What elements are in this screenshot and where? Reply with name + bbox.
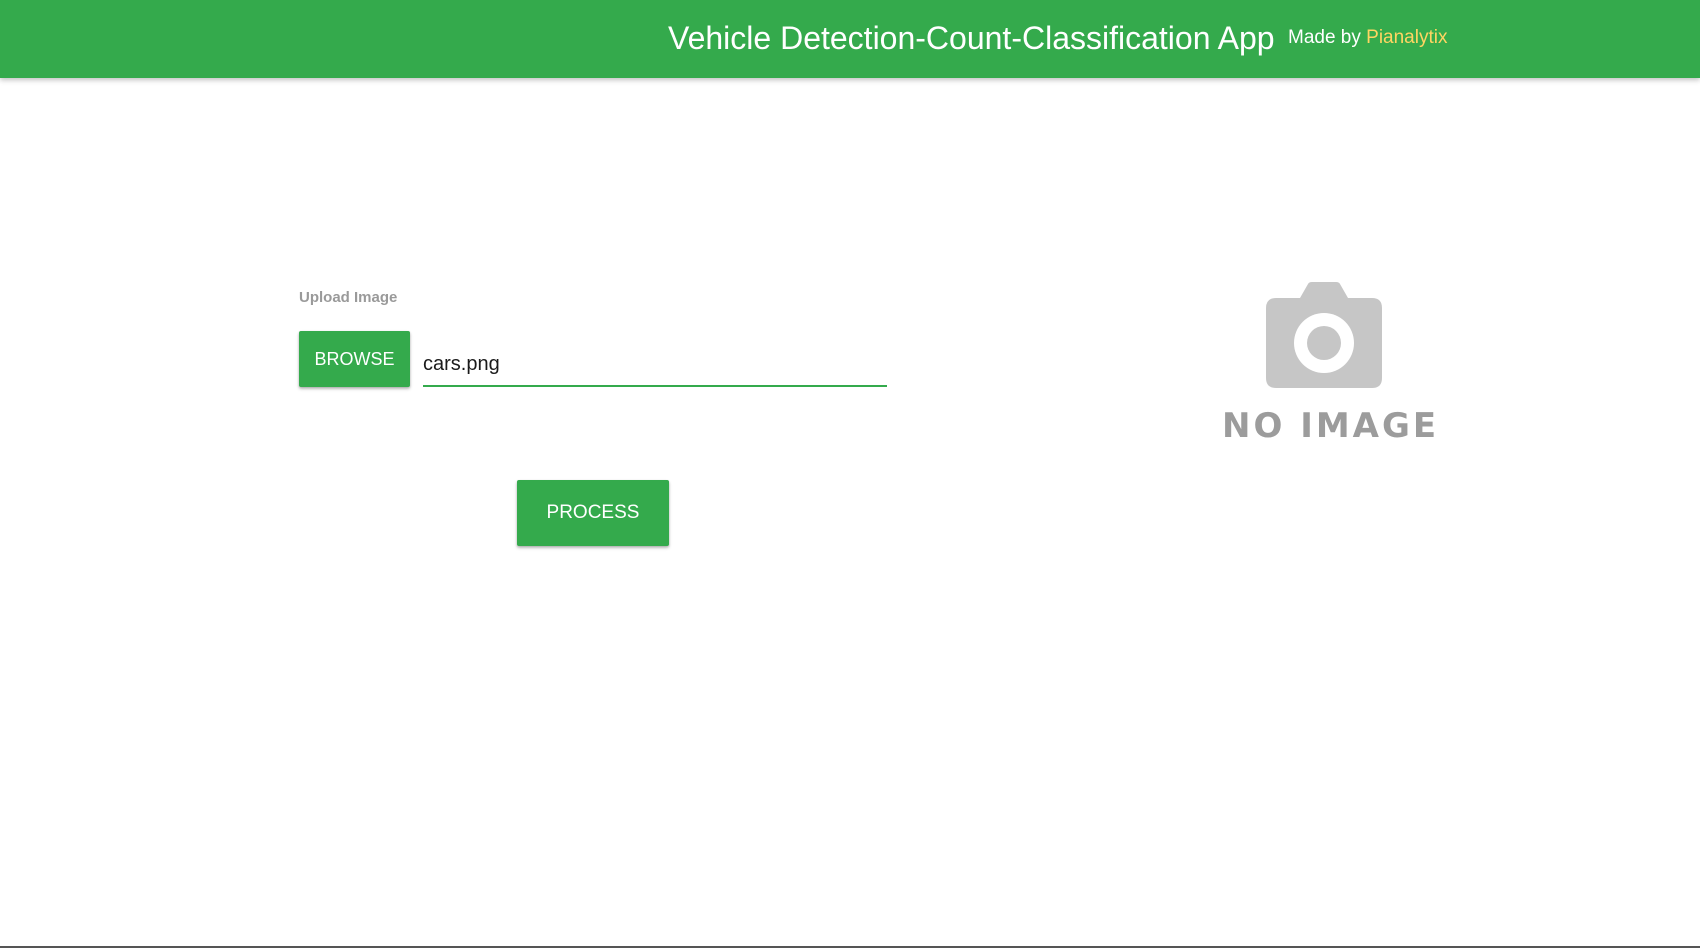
file-path-input[interactable] (423, 343, 887, 387)
app-title[interactable]: Vehicle Detection-Count-Classification A… (668, 14, 1275, 62)
upload-image-label: Upload Image (299, 289, 398, 306)
camera-icon (1266, 282, 1382, 388)
made-by-credit: Made by Pianalytix (1288, 22, 1447, 54)
page: Vehicle Detection-Count-Classification A… (0, 0, 1700, 948)
process-button[interactable]: PROCESS (517, 480, 669, 546)
no-image-text: NO IMAGE (1222, 406, 1440, 446)
image-preview: NO IMAGE (1222, 282, 1440, 452)
browse-button[interactable]: BROWSE (299, 331, 410, 387)
made-by-prefix: Made by (1288, 27, 1361, 48)
top-navbar: Vehicle Detection-Count-Classification A… (0, 0, 1700, 78)
author-link[interactable]: Pianalytix (1366, 27, 1447, 48)
